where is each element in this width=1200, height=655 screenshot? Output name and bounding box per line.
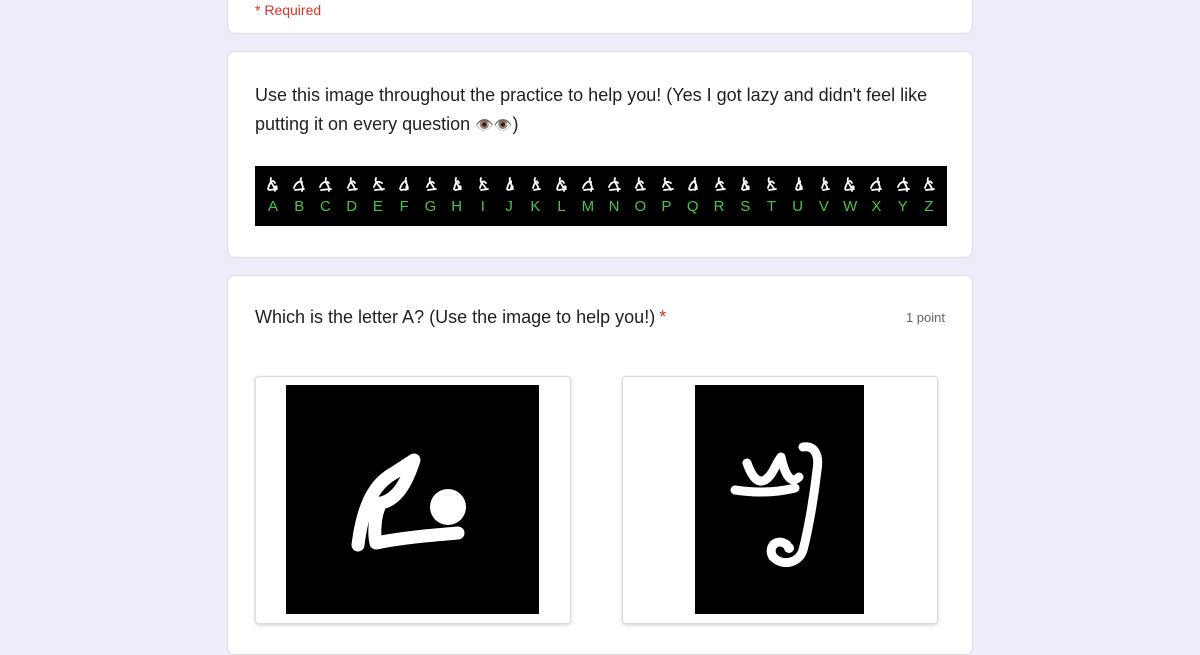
required-asterisk: * xyxy=(659,307,667,327)
rune-glyph-icon xyxy=(426,177,438,191)
rune-glyph-icon xyxy=(896,177,910,192)
alphabet-letter: J xyxy=(505,198,513,215)
rune-glyph-icon xyxy=(741,177,751,191)
question-points: 1 point xyxy=(905,310,945,325)
alphabet-letter: S xyxy=(740,198,751,215)
alphabet-column: D xyxy=(340,166,364,226)
alphabet-letter: F xyxy=(399,198,409,215)
alphabet-letter: E xyxy=(372,198,383,215)
alphabet-letter: Y xyxy=(897,198,908,215)
rune-glyph-icon xyxy=(581,177,594,192)
alphabet-column: C xyxy=(313,166,337,226)
required-card: * Required xyxy=(227,0,973,34)
alphabet-column: Q xyxy=(681,166,705,226)
alphabet-letter: D xyxy=(346,198,358,215)
rune-glyph-p-icon xyxy=(695,385,864,614)
alphabet-letter: V xyxy=(818,198,829,215)
rune-glyph-icon xyxy=(478,177,489,191)
alphabet-column: E xyxy=(366,166,390,226)
alphabet-reference-image: ABCDEFGHI JKLMNOPQRSTUVWXYZ xyxy=(255,166,947,226)
rune-glyph-icon xyxy=(267,177,278,192)
alphabet-column: V xyxy=(812,166,836,226)
alphabet-column: M xyxy=(576,166,600,226)
alphabet-letter: B xyxy=(294,198,305,215)
alphabet-letter: U xyxy=(792,198,804,215)
rune-glyph-icon xyxy=(870,177,883,192)
rune-glyph-a-icon xyxy=(286,385,539,614)
alphabet-column: Y xyxy=(891,166,915,226)
question-title: Which is the letter A? (Use the image to… xyxy=(255,305,666,329)
rune-glyph-icon xyxy=(293,177,306,192)
rune-glyph-icon xyxy=(452,177,462,191)
alphabet-column: S xyxy=(733,166,757,226)
rune-glyph-icon xyxy=(923,177,935,191)
required-note: * Required xyxy=(255,2,322,18)
alphabet-letter: Q xyxy=(686,198,699,215)
rune-glyph-icon xyxy=(608,177,621,192)
info-text-close: ) xyxy=(512,114,519,134)
rune-glyph-icon xyxy=(373,177,385,191)
alphabet-column: G xyxy=(418,166,442,226)
rune-glyph-icon xyxy=(715,177,726,191)
rune-glyph-icon xyxy=(767,177,778,191)
alphabet-column: H xyxy=(445,166,469,226)
alphabet-column: K xyxy=(523,166,547,226)
alphabet-letter: C xyxy=(320,198,331,215)
alphabet-column: I xyxy=(471,166,495,226)
alphabet-column: N xyxy=(602,166,626,226)
rune-glyph-icon xyxy=(399,177,410,191)
alphabet-letter: R xyxy=(713,198,725,215)
alphabet-column: O xyxy=(628,166,652,226)
alphabet-letter: T xyxy=(766,198,777,215)
alphabet-column: J xyxy=(497,166,521,226)
alphabet-column: X xyxy=(864,166,888,226)
alphabet-letter: X xyxy=(871,198,882,215)
alphabet-letter: M xyxy=(581,198,595,215)
info-text: Use this image throughout the practice t… xyxy=(255,81,945,140)
alphabet-column: W xyxy=(838,166,862,226)
rune-glyph-icon xyxy=(555,177,567,192)
alphabet-column: L xyxy=(550,166,574,226)
alphabet-column: B xyxy=(287,166,311,226)
alphabet-column: P xyxy=(655,166,679,226)
alphabet-column: A xyxy=(261,166,285,226)
question-card: Which is the letter A? (Use the image to… xyxy=(227,275,973,655)
alphabet-letter: N xyxy=(608,198,620,215)
rune-glyph-icon xyxy=(821,177,830,191)
eyes-emoji: 👁️👁️ xyxy=(475,117,513,134)
answer-option-1[interactable] xyxy=(255,376,571,624)
rune-glyph-icon xyxy=(506,177,515,191)
alphabet-column: Z xyxy=(917,166,941,226)
alphabet-letter: L xyxy=(557,198,566,215)
alphabet-column: R xyxy=(707,166,731,226)
alphabet-column: T xyxy=(759,166,783,226)
alphabet-letter: O xyxy=(634,198,647,215)
rune-glyph-icon xyxy=(635,177,647,191)
alphabet-letter: G xyxy=(424,198,437,215)
info-text-body: Use this image throughout the practice t… xyxy=(255,85,928,134)
info-card: Use this image throughout the practice t… xyxy=(227,51,973,258)
rune-glyph-icon xyxy=(661,177,674,191)
alphabet-letter: A xyxy=(267,198,278,215)
alphabet-letter: K xyxy=(530,198,541,215)
answer-option-2[interactable] xyxy=(622,376,938,624)
rune-glyph-icon xyxy=(346,177,358,191)
rune-glyph-icon xyxy=(532,177,542,191)
rune-glyph-icon xyxy=(844,177,856,192)
rune-glyph-icon xyxy=(794,177,803,191)
alphabet-letter: W xyxy=(843,198,858,215)
question-text: Which is the letter A? (Use the image to… xyxy=(255,307,656,327)
alphabet-column: U xyxy=(786,166,810,226)
rune-glyph-icon xyxy=(687,177,698,191)
alphabet-letter: Z xyxy=(924,198,934,215)
rune-glyph-icon xyxy=(319,177,333,192)
alphabet-column: F xyxy=(392,166,416,226)
alphabet-letter: P xyxy=(661,198,672,215)
alphabet-letter: I xyxy=(480,198,485,215)
alphabet-letter: H xyxy=(451,198,463,215)
